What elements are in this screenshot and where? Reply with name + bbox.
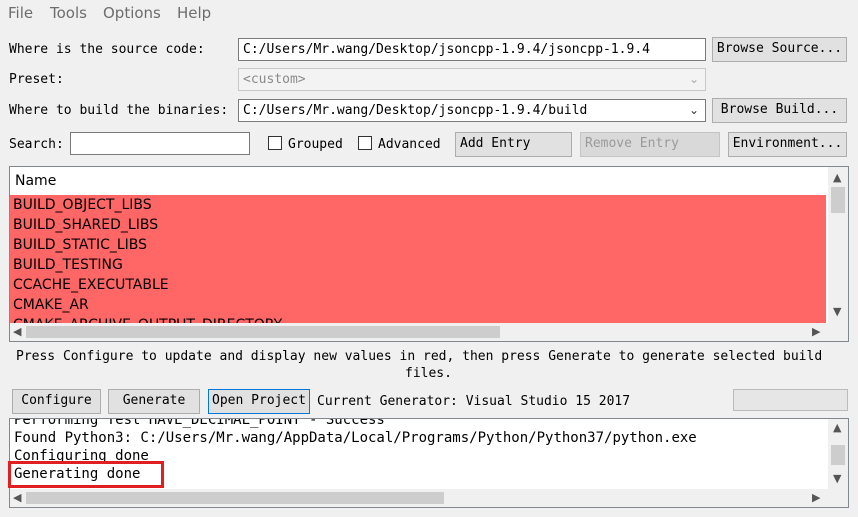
advanced-checkbox[interactable] [358,136,372,150]
menu-file[interactable]: File [8,4,33,22]
progress-bar [733,389,848,411]
source-path-input[interactable]: C:/Users/Mr.wang/Desktop/jsoncpp-1.9.4/j… [238,38,706,61]
table-row[interactable]: BUILD_TESTING [10,255,826,275]
table-row[interactable]: CMAKE_ARCHIVE_OUTPUT_DIRECTORY [10,315,826,323]
log-line: Found Python3: C:/Users/Mr.wang/AppData/… [14,430,697,446]
cache-table[interactable]: Name BUILD_OBJECT_LIBS BUILD_SHARED_LIBS… [9,166,849,342]
build-label: Where to build the binaries: [9,103,229,118]
menu-options[interactable]: Options [103,4,161,22]
environment-button[interactable]: Environment... [728,132,847,157]
scroll-thumb[interactable] [831,187,845,213]
scroll-right-icon[interactable]: ▶ [812,491,820,504]
scroll-left-icon[interactable]: ◀ [13,491,21,504]
remove-entry-button: Remove Entry [580,132,720,157]
scroll-up-icon[interactable]: ▲ [833,421,841,434]
scroll-right-icon[interactable]: ▶ [812,325,820,338]
log-line: Performing Test HAVE_DECIMAL_POINT - Suc… [14,418,385,428]
table-row[interactable]: BUILD_OBJECT_LIBS [10,195,826,215]
scroll-thumb[interactable] [831,445,845,465]
table-row[interactable]: BUILD_SHARED_LIBS [10,215,826,235]
grouped-label: Grouped [288,137,343,152]
table-horizontal-scrollbar[interactable]: ◀ ▶ [10,323,848,341]
table-row[interactable]: BUILD_STATIC_LIBS [10,235,826,255]
build-path-combo[interactable]: C:/Users/Mr.wang/Desktop/jsoncpp-1.9.4/b… [238,99,706,122]
search-input[interactable] [70,132,250,155]
table-row[interactable]: CMAKE_AR [10,295,826,315]
scroll-down-icon[interactable]: ▼ [833,472,841,485]
scroll-up-icon[interactable]: ▲ [833,171,841,184]
menu-bar: File Tools Options Help [0,0,858,28]
scroll-left-icon[interactable]: ◀ [13,325,21,338]
current-generator-label: Current Generator: Visual Studio 15 2017 [317,394,631,409]
highlight-box [8,461,164,488]
log-horizontal-scrollbar[interactable]: ◀ ▶ [10,489,848,507]
hint-text-line2: files. [405,366,452,381]
table-row[interactable]: CCACHE_EXECUTABLE [10,275,826,295]
log-vertical-scrollbar[interactable]: ▲ ▼ [828,419,848,489]
scroll-thumb[interactable] [26,492,444,504]
table-vertical-scrollbar[interactable]: ▲ ▼ [828,167,848,323]
scroll-thumb[interactable] [26,326,500,338]
browse-source-button[interactable]: Browse Source... [712,37,847,62]
search-label: Search: [9,137,64,152]
menu-tools[interactable]: Tools [50,4,87,22]
advanced-label: Advanced [378,137,441,152]
preset-value: <custom> [243,72,306,87]
preset-label: Preset: [9,72,64,87]
grouped-checkbox[interactable] [268,136,282,150]
generate-button[interactable]: Generate [108,389,200,414]
open-project-button[interactable]: Open Project [208,389,310,414]
chevron-down-icon[interactable]: ⌄ [689,102,699,119]
scroll-down-icon[interactable]: ▼ [833,305,841,318]
chevron-down-icon: ⌄ [688,72,699,86]
preset-select: <custom> ⌄ [238,68,706,91]
add-entry-button[interactable]: Add Entry [455,132,572,157]
menu-help[interactable]: Help [177,4,211,22]
browse-build-button[interactable]: Browse Build... [712,98,847,123]
hint-text-line1: Press Configure to update and display ne… [16,349,823,364]
configure-button[interactable]: Configure [12,389,101,414]
source-label: Where is the source code: [9,42,205,57]
build-path-value: C:/Users/Mr.wang/Desktop/jsoncpp-1.9.4/b… [243,103,588,118]
column-header-name[interactable]: Name [10,167,828,195]
